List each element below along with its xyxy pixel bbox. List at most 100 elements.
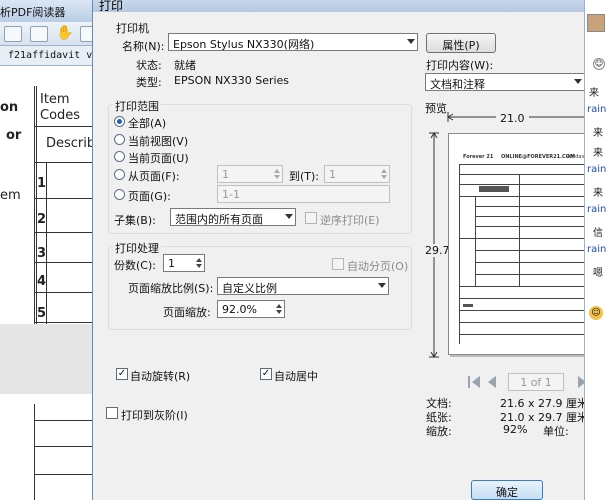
- reverse-print-label: 逆序打印(E): [320, 214, 380, 227]
- from-page-stepper[interactable]: 1: [217, 165, 283, 183]
- auto-rotate-checkbox[interactable]: ✓: [116, 368, 128, 380]
- printer-status-value: 就绪: [174, 59, 196, 72]
- page-rule: [459, 286, 585, 287]
- print-to-gray-label: 打印到灰阶(I): [121, 409, 188, 422]
- prev-page-icon[interactable]: [486, 372, 500, 392]
- smiley-icon[interactable]: ☺: [589, 306, 603, 320]
- page-block: [463, 304, 473, 307]
- hand-tool-icon[interactable]: ✋: [56, 26, 74, 42]
- pdf-reader-window: 析PDF阅读器 ✋ f21affidavit v2.p on or Item C…: [0, 0, 100, 500]
- chevron-down-icon: [285, 214, 293, 219]
- table-line: [34, 198, 100, 199]
- properties-button[interactable]: 属性(P): [426, 33, 496, 53]
- printer-legend: 打印机: [116, 22, 149, 35]
- table-line: [34, 262, 100, 263]
- radio-current-view[interactable]: [114, 134, 125, 145]
- printer-type-value: EPSON NX330 Series: [174, 74, 290, 87]
- page-rule: [475, 206, 585, 207]
- stepper-up-icon: [274, 169, 280, 173]
- print-content-label: 打印内容(W):: [426, 59, 494, 72]
- radio-all-label: 全部(A): [128, 117, 167, 130]
- reverse-print-checkbox[interactable]: [305, 212, 317, 224]
- toolbar-button-icon[interactable]: [4, 26, 22, 42]
- page-indicator[interactable]: 1 of 1: [508, 373, 564, 391]
- print-to-gray-checkbox[interactable]: [106, 407, 118, 419]
- chat-message[interactable]: rain: [587, 204, 606, 215]
- chat-message: 来: [593, 128, 603, 139]
- user-icon[interactable]: ☺: [593, 58, 605, 70]
- subset-value: 范围内的所有页面: [175, 213, 263, 226]
- ok-button[interactable]: 确定: [471, 480, 543, 500]
- doc-text-or: or: [6, 128, 22, 143]
- auto-center-checkbox[interactable]: ✓: [260, 368, 272, 380]
- dialog-title: 打印: [99, 0, 124, 13]
- table-line: [34, 162, 100, 163]
- page-rule: [459, 196, 585, 197]
- copies-stepper[interactable]: 1: [163, 254, 205, 272]
- radio-from-page-label: 从页面(F):: [128, 170, 180, 183]
- print-content-value: 文档和注释: [430, 78, 485, 91]
- from-page-value: 1: [222, 168, 229, 181]
- radio-all[interactable]: [114, 116, 125, 127]
- table-line: [34, 86, 35, 332]
- page-rule: [475, 216, 585, 217]
- print-range-legend: 打印范围: [113, 98, 161, 114]
- printer-name-select[interactable]: Epson Stylus NX330(网络): [168, 33, 418, 51]
- avatar[interactable]: [587, 14, 605, 32]
- page-rule: [459, 334, 585, 335]
- doc-text-item: Item: [40, 92, 70, 107]
- print-content-select[interactable]: 文档和注释: [425, 73, 585, 91]
- page-rule: [459, 164, 460, 344]
- chat-message[interactable]: rain: [587, 164, 606, 175]
- page-rule: [459, 298, 585, 299]
- scale-value: 92%: [503, 423, 528, 436]
- radio-from-page[interactable]: [114, 169, 125, 180]
- monitor-icon[interactable]: [30, 26, 48, 42]
- scaling-select[interactable]: 自定义比例: [217, 277, 389, 295]
- table-line: [46, 162, 47, 332]
- collate-checkbox[interactable]: [332, 258, 344, 270]
- chat-message: 来: [593, 148, 603, 159]
- table-line: [34, 292, 100, 293]
- to-page-stepper[interactable]: 1: [324, 165, 390, 183]
- unit-label: 单位:: [543, 425, 569, 438]
- doc-text-on: on: [0, 100, 19, 115]
- page-rule: [475, 262, 585, 263]
- page-header-mid: ONLINE@FOREVER21.COM: [501, 154, 575, 160]
- dialog-title-bar: 打印: [93, 0, 585, 13]
- subset-select[interactable]: 范围内的所有页面: [170, 208, 296, 226]
- row-number: 5: [37, 306, 47, 321]
- page-indicator-text: 1 of 1: [520, 376, 552, 389]
- chat-panel: ☺ 来 rain 来 来 rain 来 rain 信 rain 嗯 ☺: [584, 0, 606, 500]
- chevron-down-icon: [574, 79, 582, 84]
- printer-status-label: 状态:: [136, 59, 162, 72]
- first-page-icon[interactable]: [466, 372, 482, 392]
- zoom-stepper[interactable]: 92.0%: [217, 300, 285, 318]
- zoom-value: 92.0%: [222, 303, 257, 316]
- radio-current-view-label: 当前视图(V): [128, 135, 189, 148]
- chat-message[interactable]: rain: [587, 104, 606, 115]
- table-line: [34, 322, 100, 323]
- row-number: 4: [37, 274, 47, 289]
- reader-toolbar: ✋: [0, 22, 100, 46]
- chat-message[interactable]: rain: [587, 244, 606, 255]
- radio-current-page[interactable]: [114, 151, 125, 162]
- printer-name-value: Epson Stylus NX330(网络): [173, 38, 315, 51]
- pages-input[interactable]: 1-1: [217, 185, 390, 203]
- document-tab[interactable]: f21affidavit v2.p: [0, 46, 100, 66]
- stepper-down-icon: [381, 175, 387, 179]
- properties-button-label: 属性(P): [442, 39, 480, 52]
- doc-text-em: em: [0, 188, 21, 203]
- table-line: [34, 126, 100, 127]
- page-header-left: Forever 21: [463, 154, 494, 160]
- chevron-down-icon: [378, 283, 386, 288]
- page-rule: [459, 310, 585, 311]
- radio-pages[interactable]: [114, 189, 125, 200]
- table-line: [34, 404, 35, 500]
- doc-text-codes: Codes: [40, 108, 81, 123]
- collate-label: 自动分页(O): [347, 260, 409, 273]
- copies-label: 份数(C):: [114, 259, 156, 272]
- to-page-label: 到(T):: [289, 170, 320, 183]
- printer-type-label: 类型:: [136, 76, 162, 89]
- subset-label: 子集(B):: [114, 214, 156, 227]
